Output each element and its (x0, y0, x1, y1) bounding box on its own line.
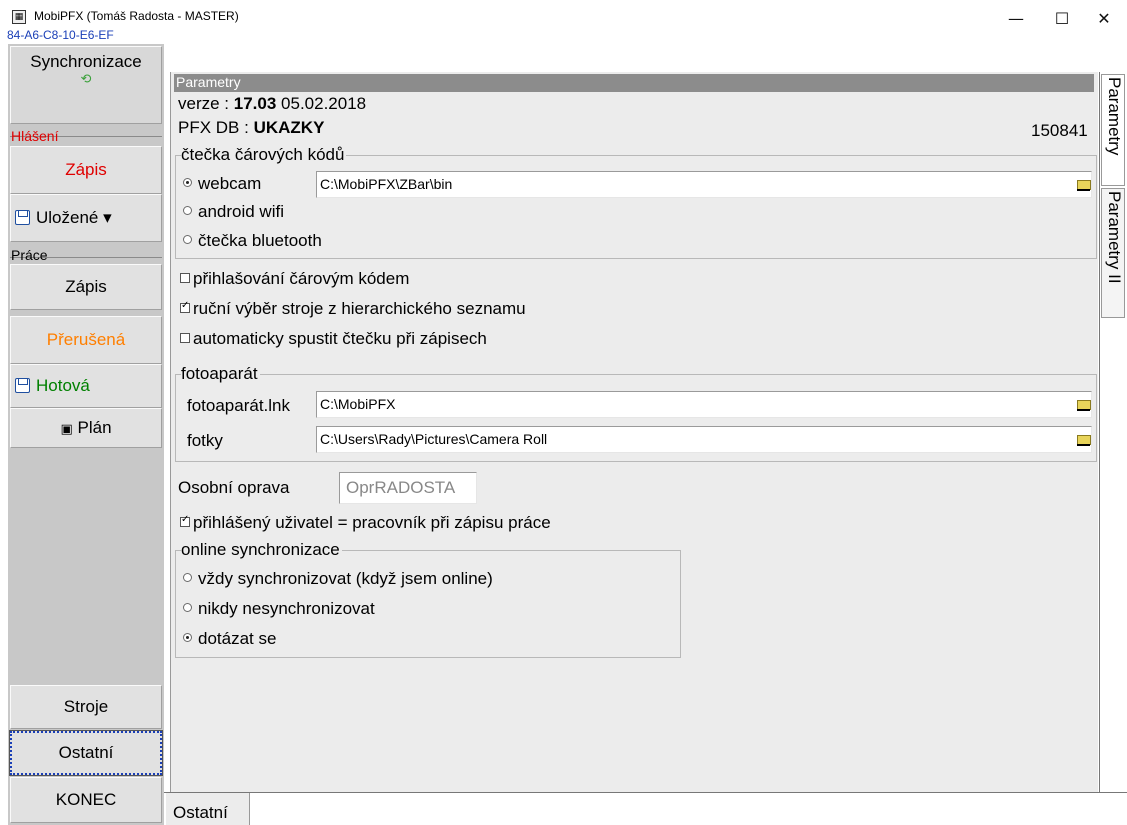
panel-header: Parametry (174, 74, 1094, 92)
camera-group-title: fotoaparát (181, 364, 260, 384)
checkbox-manual-select[interactable]: ruční výběr stroje z hierarchického sezn… (180, 299, 526, 319)
tab-parametry-label: Parametry (1105, 77, 1124, 156)
checkbox-user-worker-label: přihlášený uživatel = pracovník při zápi… (193, 513, 551, 532)
personal-repair-field[interactable]: OprRADOSTA (339, 472, 477, 504)
db-row: PFX DB : UKAZKY (178, 118, 324, 138)
photos-label: fotky (187, 431, 223, 450)
checkbox-icon (180, 300, 190, 313)
camera-lnk-field[interactable]: C:\MobiPFX (316, 391, 1092, 418)
prerusena-button[interactable]: Přerušená (10, 316, 162, 364)
ulozene-button[interactable]: Uložené ▾ (10, 194, 162, 242)
mac-address: 84-A6-C8-10-E6-EF (7, 28, 114, 42)
save-icon (15, 378, 30, 393)
db-label: PFX DB : (178, 118, 249, 137)
radio-icon (183, 235, 192, 244)
hotova-label: Hotová (36, 376, 90, 395)
maximize-button[interactable]: ☐ (1039, 6, 1085, 34)
close-button[interactable]: ✕ (1081, 6, 1127, 34)
save-icon (15, 210, 30, 225)
tab-ostatni[interactable]: Ostatní (166, 793, 250, 825)
webcam-path-field[interactable]: C:\MobiPFX\ZBar\bin (316, 171, 1092, 198)
camera-lnk-label: fotoaparát.lnk (187, 396, 291, 415)
version-label: verze : (178, 94, 230, 113)
hlaseni-section-label: Hlášení (11, 128, 59, 144)
prace-zapis-button[interactable]: Zápis (10, 264, 162, 310)
konec-button[interactable]: KONEC (10, 777, 162, 823)
checkbox-user-worker[interactable]: přihlášený uživatel = pracovník při zápi… (180, 513, 551, 533)
checkbox-auto-reader-label: automaticky spustit čtečku při zápisech (193, 329, 487, 348)
app-icon: ▦ (12, 10, 26, 24)
personal-repair-label: Osobní oprava (178, 478, 290, 497)
checkbox-manual-select-label: ruční výběr stroje z hierarchického sezn… (193, 299, 526, 318)
radio-sync-ask-label: dotázat se (198, 629, 277, 648)
radio-webcam-label: webcam (198, 174, 262, 193)
tab-parametry-ii[interactable]: Parametry II (1101, 188, 1125, 318)
checkbox-barcode-login-label: přihlašování čárovým kódem (193, 269, 410, 288)
hotova-button[interactable]: Hotová (10, 364, 162, 408)
radio-icon (183, 573, 192, 582)
left-navigation: Synchronizace ⟲ Hlášení Zápis Uložené ▾ … (8, 44, 164, 825)
radio-icon (183, 178, 192, 187)
stroje-button[interactable]: Stroje (10, 685, 162, 729)
version-row: verze : 17.03 05.02.2018 (178, 94, 366, 114)
radio-bluetooth-label: čtečka bluetooth (198, 231, 322, 250)
radio-sync-always-label: vždy synchronizovat (když jsem online) (198, 569, 493, 588)
id-value: 150841 (1031, 121, 1088, 140)
hlaseni-zapis-button[interactable]: Zápis (10, 146, 162, 194)
version-date: 05.02.2018 (281, 94, 367, 113)
sync-icon: ⟲ (80, 72, 92, 87)
checkbox-icon (180, 333, 190, 343)
tab-parametry[interactable]: Parametry (1101, 74, 1125, 186)
version-value: 17.03 (233, 94, 277, 113)
radio-sync-always[interactable]: vždy synchronizovat (když jsem online) (183, 569, 493, 589)
sync-button-label: Synchronizace (30, 52, 142, 71)
photos-field[interactable]: C:\Users\Rady\Pictures\Camera Roll (316, 426, 1092, 453)
radio-sync-never[interactable]: nikdy nesynchronizovat (183, 599, 375, 619)
ostatni-button[interactable]: Ostatní (9, 730, 163, 776)
radio-bluetooth[interactable]: čtečka bluetooth (183, 231, 322, 251)
radio-sync-never-label: nikdy nesynchronizovat (198, 599, 375, 618)
checkbox-icon (180, 514, 190, 527)
radio-icon (183, 603, 192, 612)
radio-android-label: android wifi (198, 202, 284, 221)
radio-webcam[interactable]: webcam (183, 174, 261, 194)
folder-icon[interactable] (1075, 176, 1091, 192)
sync-button[interactable]: Synchronizace ⟲ (10, 46, 162, 124)
window-title: MobiPFX (Tomáš Radosta - MASTER) (34, 9, 239, 23)
plan-button[interactable]: ▣ Plán (10, 408, 162, 448)
calendar-icon: ▣ (60, 422, 73, 437)
radio-sync-ask[interactable]: dotázat se (183, 629, 276, 649)
sync-group-title: online synchronizace (181, 540, 342, 560)
prace-section-label: Práce (11, 247, 48, 263)
folder-icon[interactable] (1075, 431, 1091, 447)
radio-icon (183, 633, 192, 642)
checkbox-auto-reader[interactable]: automaticky spustit čtečku při zápisech (180, 329, 487, 349)
folder-icon[interactable] (1075, 396, 1091, 412)
db-value: UKAZKY (253, 118, 325, 137)
tab-parametry-ii-label: Parametry II (1105, 191, 1124, 284)
radio-android-wifi[interactable]: android wifi (183, 202, 284, 222)
checkbox-icon (180, 273, 190, 283)
minimize-button[interactable]: — (993, 6, 1039, 34)
plan-label: Plán (77, 418, 112, 437)
checkbox-barcode-login[interactable]: přihlašování čárovým kódem (180, 269, 409, 289)
radio-icon (183, 206, 192, 215)
reader-group-title: čtečka čárových kódů (181, 145, 347, 165)
ulozene-label: Uložené ▾ (36, 208, 112, 227)
bottom-tab-strip (164, 792, 1127, 825)
